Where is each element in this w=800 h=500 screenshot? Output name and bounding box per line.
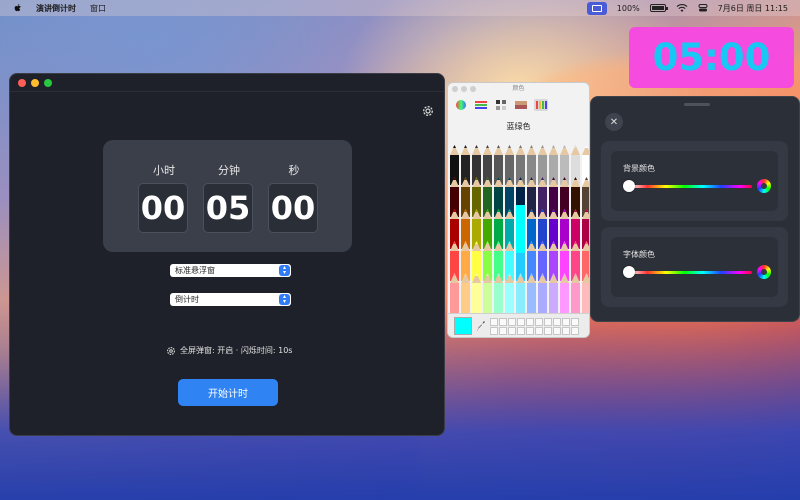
color-panel-titlebar[interactable]: 颜色 <box>448 83 589 95</box>
background-color-label: 背景颜色 <box>623 164 655 173</box>
color-settings-panel: ✕ 背景颜色 字体颜色 <box>590 96 800 322</box>
battery-percent: 100% <box>616 3 640 13</box>
font-color-label: 字体颜色 <box>623 250 655 259</box>
minimize-window-button[interactable] <box>461 86 467 92</box>
gear-icon <box>167 346 175 355</box>
saved-swatch[interactable] <box>571 327 579 335</box>
color-panel-title: 颜色 <box>512 85 525 92</box>
minimize-window-button[interactable] <box>31 78 39 87</box>
fullscreen-status-text: 全屏弹窗: 开启 · 闪烁时间: 10s <box>180 346 293 355</box>
saved-swatch[interactable] <box>490 327 498 335</box>
font-color-slider-thumb[interactable] <box>623 266 635 278</box>
close-window-button[interactable] <box>18 78 26 87</box>
minutes-label: 分钟 <box>218 164 240 177</box>
fullscreen-status: 全屏弹窗: 开启 · 闪烁时间: 10s <box>166 345 292 356</box>
main-window: 小时 00 分钟 05 秒 00 标准悬浮窗 ▴ ▾ 倒计时 ▴ ▾ 全屏弹窗: 开… <box>9 73 445 436</box>
color-picker-panel: 颜色 蓝绿色 <box>447 82 590 338</box>
color-panel-tabs <box>448 95 589 115</box>
seconds-label: 秒 <box>288 164 300 177</box>
background-color-slider-track[interactable] <box>629 185 752 188</box>
hours-label: 小时 <box>153 164 175 177</box>
screen-mirror-icon[interactable] <box>586 1 607 15</box>
color-panel-footer <box>448 313 589 337</box>
font-color-slider-track[interactable] <box>629 271 752 274</box>
time-input-card: 小时 00 分钟 05 秒 00 <box>103 140 352 252</box>
saved-swatch[interactable] <box>544 318 552 326</box>
saved-swatch[interactable] <box>562 327 570 335</box>
saved-swatch[interactable] <box>490 318 498 326</box>
panel-grabber[interactable] <box>684 103 710 106</box>
saved-swatch[interactable] <box>553 327 561 335</box>
battery-icon[interactable] <box>649 4 668 12</box>
color-sliders-icon[interactable] <box>474 99 488 111</box>
start-timer-button[interactable]: 开始计时 <box>178 379 278 406</box>
saved-swatch[interactable] <box>562 318 570 326</box>
saved-swatch[interactable] <box>535 327 543 335</box>
close-window-button[interactable] <box>452 86 458 92</box>
menu-datetime[interactable]: 7月6日 周日 11:15 <box>718 3 788 14</box>
font-color-card: 字体颜色 <box>601 227 788 307</box>
close-icon[interactable]: ✕ <box>605 113 623 131</box>
count-mode-select[interactable]: 倒计时 ▴ ▾ <box>170 293 291 306</box>
pencil-grid[interactable] <box>448 145 590 338</box>
background-color-inner: 背景颜色 <box>611 151 778 211</box>
zoom-window-button[interactable] <box>44 78 52 87</box>
menu-app-name[interactable]: 演讲倒计时 <box>36 3 76 14</box>
saved-swatch[interactable] <box>526 318 534 326</box>
eyedropper-icon[interactable] <box>476 320 486 332</box>
selected-color-name: 蓝绿色 <box>506 122 531 131</box>
window-titlebar[interactable] <box>10 74 444 92</box>
seconds-column: 秒 00 <box>268 140 320 233</box>
current-color-swatch[interactable] <box>454 317 472 335</box>
hours-field[interactable]: 00 <box>138 183 188 233</box>
saved-swatch[interactable] <box>508 327 516 335</box>
zoom-window-button[interactable] <box>470 86 476 92</box>
image-palettes-icon[interactable] <box>514 99 528 111</box>
pencils-icon[interactable] <box>534 99 548 111</box>
saved-swatch[interactable] <box>526 327 534 335</box>
saved-swatch[interactable] <box>499 327 507 335</box>
wifi-icon[interactable] <box>676 3 688 13</box>
menu-bar: 演讲倒计时 窗口 100% 7月6日 周日 11:15 <box>0 0 800 16</box>
floating-timer[interactable]: 05:00 <box>629 27 794 88</box>
selected-pencil[interactable] <box>516 205 525 253</box>
control-center-icon[interactable] <box>698 3 708 13</box>
font-color-inner: 字体颜色 <box>611 237 778 297</box>
apple-icon[interactable] <box>12 3 24 13</box>
saved-swatch[interactable] <box>544 327 552 335</box>
saved-swatch[interactable] <box>508 318 516 326</box>
menu-window[interactable]: 窗口 <box>90 3 106 14</box>
hours-column: 小时 00 <box>138 140 190 233</box>
saved-swatch[interactable] <box>517 327 525 335</box>
seconds-field[interactable]: 00 <box>268 183 318 233</box>
saved-swatch[interactable] <box>571 318 579 326</box>
background-color-card: 背景颜色 <box>601 141 788 221</box>
minutes-column: 分钟 05 <box>203 140 255 233</box>
saved-swatches <box>490 318 579 335</box>
saved-swatch[interactable] <box>517 318 525 326</box>
saved-swatch[interactable] <box>499 318 507 326</box>
color-palettes-icon[interactable] <box>494 99 508 111</box>
color-wheel-icon[interactable] <box>757 179 771 193</box>
settings-gear-icon[interactable] <box>421 104 435 118</box>
saved-swatch[interactable] <box>535 318 543 326</box>
minutes-field[interactable]: 05 <box>203 183 253 233</box>
window-mode-select[interactable]: 标准悬浮窗 ▴ ▾ <box>170 264 291 277</box>
color-wheel-icon[interactable] <box>454 99 468 111</box>
count-mode-value: 倒计时 <box>175 295 199 304</box>
saved-swatch[interactable] <box>553 318 561 326</box>
chevron-updown-icon: ▴ ▾ <box>279 294 290 305</box>
background-color-slider-thumb[interactable] <box>623 180 635 192</box>
chevron-updown-icon: ▴ ▾ <box>279 265 290 276</box>
color-wheel-icon[interactable] <box>757 265 771 279</box>
window-mode-value: 标准悬浮窗 <box>175 266 215 275</box>
